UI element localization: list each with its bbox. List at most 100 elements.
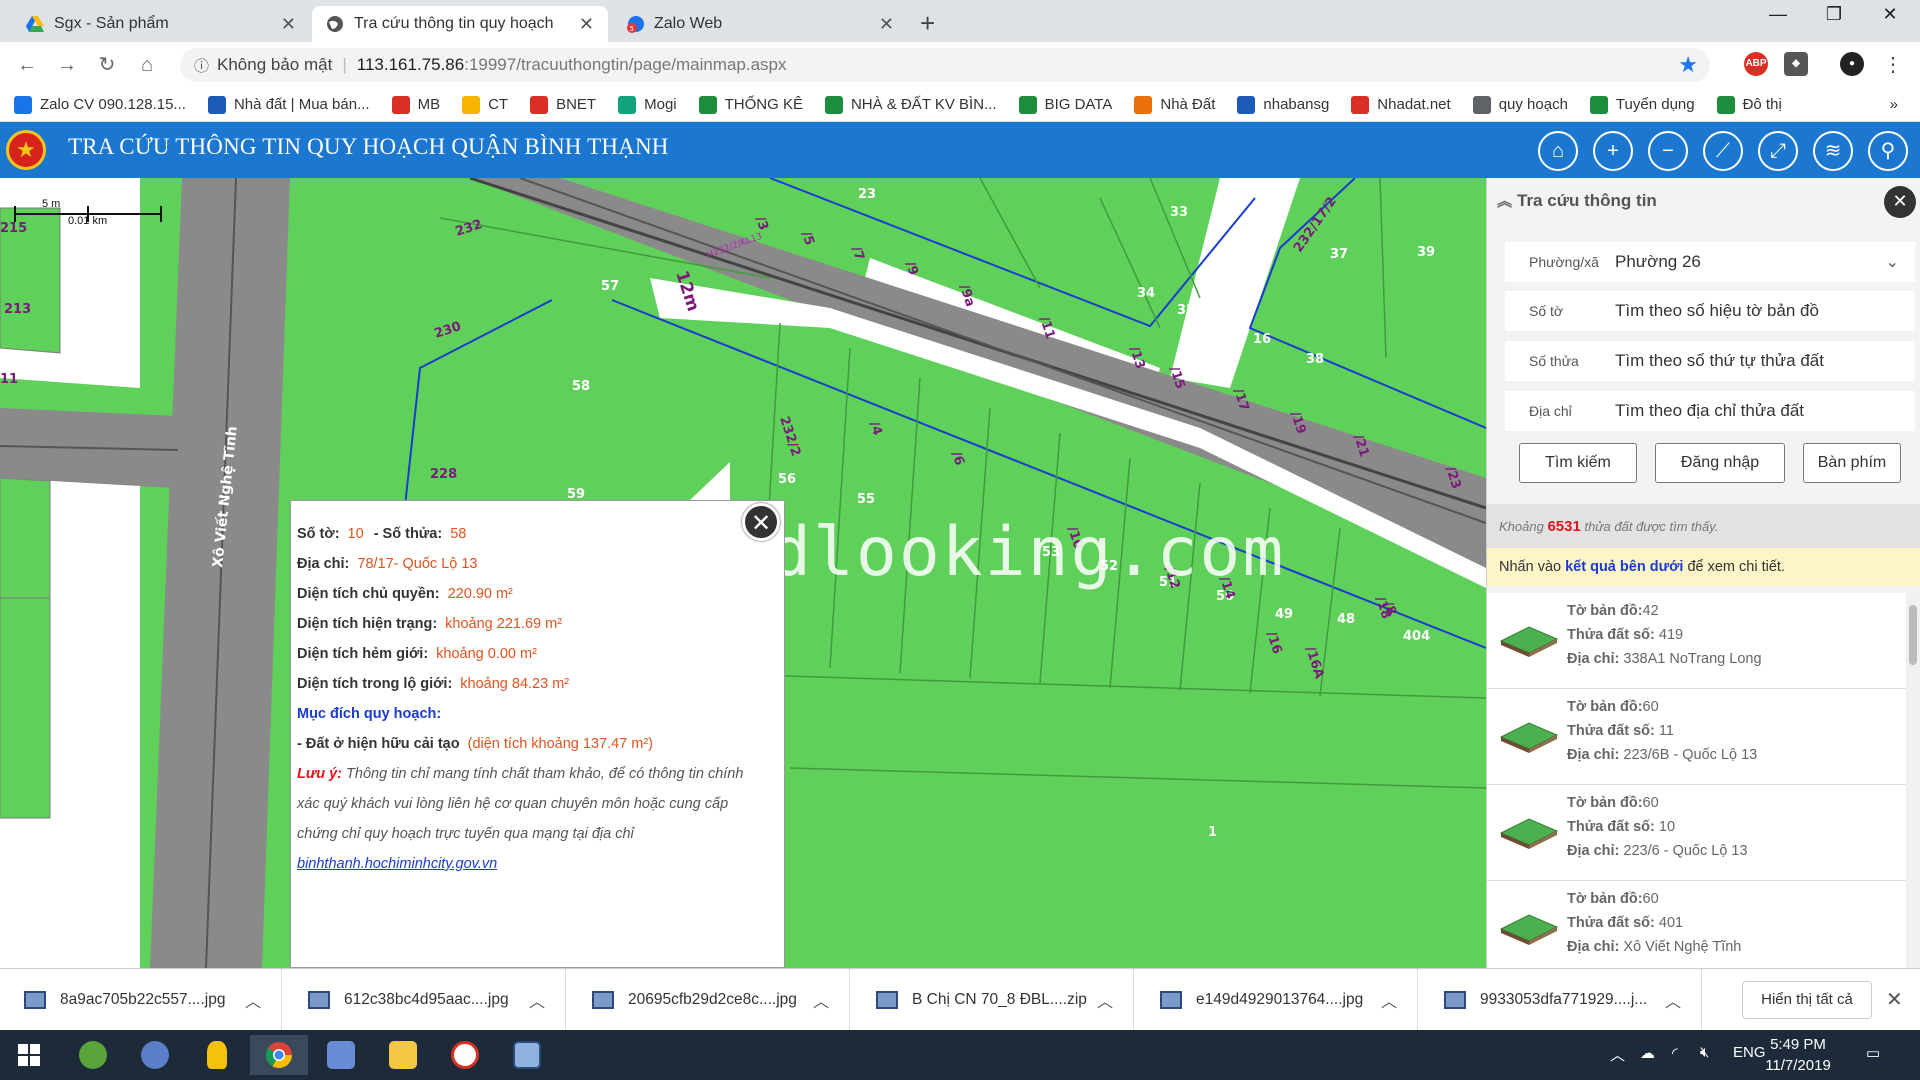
close-popup-button[interactable]: ✕: [742, 503, 780, 541]
parcel-number-input[interactable]: Số thửa Tìm theo số thứ tự thửa đất: [1505, 341, 1915, 381]
bookmark-item[interactable]: NHÀ & ĐẤT KV BÌN...: [824, 95, 997, 114]
fullscreen-icon[interactable]: ⤢: [1758, 131, 1798, 171]
address-input[interactable]: Địa chỉ Tìm theo địa chỉ thửa đất: [1505, 391, 1915, 431]
menu-icon[interactable]: ⋮: [1878, 50, 1908, 80]
bookmarks-overflow-icon[interactable]: »: [1890, 96, 1898, 113]
search-icon[interactable]: ⚲: [1868, 131, 1908, 171]
home-icon[interactable]: ⌂: [1538, 131, 1578, 171]
bookmark-star-icon[interactable]: ★: [1678, 52, 1698, 78]
home-icon[interactable]: ⌂: [132, 50, 162, 80]
result-item[interactable]: Tờ bản đồ:42 Thửa đất số: 419 Địa chỉ: 338…: [1487, 593, 1907, 689]
download-item[interactable]: e149d4929013764....jpg ︿: [1136, 969, 1418, 1031]
address-bar[interactable]: ⓘ Không bảo mật | 113.161.75.86:19997/tr…: [180, 48, 1710, 82]
cloud-icon[interactable]: ☁: [1640, 1044, 1655, 1062]
forward-icon[interactable]: →: [52, 50, 82, 80]
maximize-icon[interactable]: ❐: [1806, 4, 1862, 25]
search-button[interactable]: Tìm kiếm: [1519, 443, 1637, 483]
zoom-out-icon[interactable]: −: [1648, 131, 1688, 171]
close-tab-icon[interactable]: ✕: [281, 14, 296, 35]
volume-icon[interactable]: 🔇︎: [1700, 1044, 1709, 1061]
back-icon[interactable]: ←: [12, 50, 42, 80]
bookmark-item[interactable]: CT: [462, 95, 508, 114]
close-tab-icon[interactable]: ✕: [879, 14, 894, 35]
show-all-downloads-button[interactable]: Hiển thị tất cả: [1742, 981, 1872, 1019]
map-sheet-input[interactable]: Số tờ Tìm theo số hiệu tờ bản đồ: [1505, 291, 1915, 331]
file-explorer-icon[interactable]: [374, 1035, 432, 1075]
zalo-taskbar-icon[interactable]: [436, 1035, 494, 1075]
bookmark-icon: [1472, 95, 1491, 114]
app-icon-chart[interactable]: [312, 1035, 370, 1075]
photos-taskbar-icon[interactable]: [498, 1035, 556, 1075]
chevron-up-icon[interactable]: ︿: [813, 988, 829, 1012]
bookmark-item[interactable]: THỐNG KÊ: [698, 95, 803, 114]
url-host: 113.161.75.86: [356, 55, 465, 74]
notifications-icon[interactable]: ▭: [1866, 1044, 1880, 1062]
download-item[interactable]: 9933053dfa771929....j... ︿: [1420, 969, 1702, 1031]
download-item[interactable]: B Chị CN 70_8 ĐBL....zip ︿: [852, 969, 1134, 1031]
bookmark-item[interactable]: MB: [391, 95, 440, 114]
ward-select[interactable]: Phường/xã Phường 26 ⌄: [1505, 242, 1915, 282]
bookmark-item[interactable]: Nhadat.net: [1351, 95, 1451, 114]
close-shelf-icon[interactable]: ✕: [1886, 987, 1903, 1012]
result-item[interactable]: Tờ bản đồ:60 Thửa đất số: 11 Địa chỉ: 223/…: [1487, 689, 1907, 785]
chevron-up-icon[interactable]: ︿: [529, 988, 545, 1012]
adblock-icon[interactable]: ABP: [1744, 52, 1768, 76]
bookmark-item[interactable]: Nhà Đất: [1134, 95, 1215, 114]
app-icon-bulb[interactable]: [188, 1035, 246, 1075]
windows-taskbar: ︿ ☁ ◜ 🔇︎ ENG 5:49 PM 11/7/2019 ▭: [0, 1030, 1920, 1080]
measure-icon[interactable]: ⟋: [1703, 131, 1743, 171]
bookmark-item[interactable]: nhabansg: [1237, 95, 1329, 114]
close-panel-button[interactable]: ✕: [1884, 186, 1916, 218]
chevron-up-icon[interactable]: ︿: [1381, 988, 1397, 1012]
app-icon-globe[interactable]: [126, 1035, 184, 1075]
app-icon-green[interactable]: [64, 1035, 122, 1075]
bookmark-item[interactable]: quy hoạch: [1472, 95, 1568, 114]
close-window-icon[interactable]: ✕: [1862, 4, 1918, 25]
clock[interactable]: 5:49 PM 11/7/2019: [1758, 1034, 1838, 1076]
close-tab-icon[interactable]: ✕: [579, 14, 594, 35]
collapse-icon[interactable]: ︽: [1497, 190, 1512, 211]
download-item[interactable]: 612c38bc4d95aac....jpg ︿: [284, 969, 566, 1031]
dt-lo-gioi-value: khoảng 84.23 m²: [460, 676, 570, 692]
login-button[interactable]: Đăng nhập: [1655, 443, 1785, 483]
bookmark-icon: [698, 95, 717, 114]
extension-icon[interactable]: ◆: [1784, 52, 1808, 76]
tab-sgx[interactable]: Sgx - Sản phẩm ✕: [12, 6, 310, 42]
svg-text:16: 16: [1253, 332, 1271, 347]
new-tab-button[interactable]: +: [920, 8, 935, 39]
results-scrollbar[interactable]: [1906, 593, 1920, 968]
bookmark-item[interactable]: Tuyển dụng: [1589, 95, 1695, 114]
bookmark-item[interactable]: Zalo CV 090.128.15...: [14, 95, 186, 114]
download-item[interactable]: 8a9ac705b22c557....jpg ︿: [0, 969, 282, 1031]
website-link[interactable]: binhthanh.hochiminhcity.gov.vn: [297, 856, 497, 872]
file-icon: [1160, 991, 1182, 1009]
zalo-icon: 5: [626, 15, 644, 33]
result-item[interactable]: Tờ bản đồ:60 Thửa đất số: 10 Địa chỉ: 223/…: [1487, 785, 1907, 881]
bookmark-item[interactable]: BIG DATA: [1018, 95, 1112, 114]
keyboard-button[interactable]: Bàn phím: [1803, 443, 1901, 483]
chevron-up-icon[interactable]: ︿: [1097, 988, 1113, 1012]
minimize-icon[interactable]: —: [1750, 4, 1806, 25]
result-item[interactable]: Tờ bản đồ:60 Thửa đất số: 401 Địa chỉ: Xô …: [1487, 881, 1907, 968]
reload-icon[interactable]: ↻: [92, 50, 122, 80]
bookmark-item[interactable]: BNET: [530, 95, 596, 114]
bookmark-item[interactable]: Nhà đất | Mua bán...: [207, 95, 370, 114]
chrome-taskbar-icon[interactable]: [250, 1035, 308, 1075]
chevron-up-icon[interactable]: ︿: [245, 988, 261, 1012]
download-item[interactable]: 20695cfb29d2ce8c....jpg ︿: [568, 969, 850, 1031]
info-icon[interactable]: ⓘ: [194, 55, 209, 76]
bookmark-item[interactable]: Đô thị: [1716, 95, 1782, 114]
chevron-down-icon[interactable]: ⌄: [1886, 252, 1899, 272]
tab-zalo[interactable]: 5 Zalo Web ✕: [612, 6, 908, 42]
tray-chevron-icon[interactable]: ︿: [1610, 1044, 1625, 1065]
zoom-in-icon[interactable]: +: [1593, 131, 1633, 171]
layers-icon[interactable]: ≋: [1813, 131, 1853, 171]
start-button[interactable]: [0, 1035, 58, 1075]
tab-tra-cuu[interactable]: Tra cứu thông tin quy hoạch ✕: [312, 6, 608, 42]
profile-avatar[interactable]: ●: [1840, 52, 1864, 76]
file-icon: [308, 991, 330, 1009]
bookmark-item[interactable]: Mogi: [618, 95, 677, 114]
download-shelf: Hiển thị tất cả ✕ 8a9ac705b22c557....jpg…: [0, 968, 1920, 1031]
wifi-icon[interactable]: ◜: [1672, 1044, 1678, 1062]
chevron-up-icon[interactable]: ︿: [1665, 988, 1681, 1012]
